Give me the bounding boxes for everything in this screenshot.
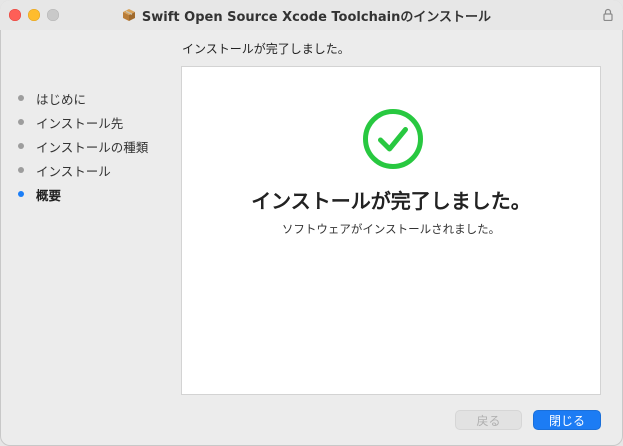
window-title: Swift Open Source Xcode Toolchainのインストール <box>141 9 492 25</box>
step-introduction: はじめに <box>18 86 148 110</box>
package-icon <box>122 9 135 21</box>
step-bullet <box>18 95 24 101</box>
step-label: はじめに <box>36 91 87 107</box>
completion-title: インストールが完了しました。 <box>251 189 531 213</box>
step-installation: インストール <box>18 158 148 182</box>
header-status-text: インストールが完了しました。 <box>182 42 350 56</box>
step-bullet <box>18 119 24 125</box>
step-label: インストール <box>36 163 111 179</box>
title-wrap: Swift Open Source Xcode Toolchainのインストール <box>0 0 623 30</box>
title-bar: Swift Open Source Xcode Toolchainのインストール <box>0 0 623 30</box>
step-bullet <box>18 143 24 149</box>
installer-window: Swift Open Source Xcode Toolchainのインストール… <box>0 0 623 446</box>
step-summary: 概要 <box>18 182 148 206</box>
checkmark-circle-icon <box>363 109 423 169</box>
completion-subtitle: ソフトウェアがインストールされました。 <box>281 222 501 236</box>
step-label: インストール先 <box>36 115 124 131</box>
installer-steps: はじめに インストール先 インストールの種類 インストール 概要 <box>18 86 148 206</box>
step-bullet <box>18 167 24 173</box>
close-button[interactable]: 閉じる <box>533 410 601 430</box>
step-installation-type: インストールの種類 <box>18 134 148 158</box>
content-panel: インストールが完了しました。 ソフトウェアがインストールされました。 <box>181 66 601 395</box>
step-destination: インストール先 <box>18 110 148 134</box>
step-label: インストールの種類 <box>36 139 149 155</box>
lock-icon <box>603 8 613 21</box>
step-label: 概要 <box>36 187 62 203</box>
back-button[interactable]: 戻る <box>455 410 522 430</box>
step-bullet-active <box>18 191 24 197</box>
